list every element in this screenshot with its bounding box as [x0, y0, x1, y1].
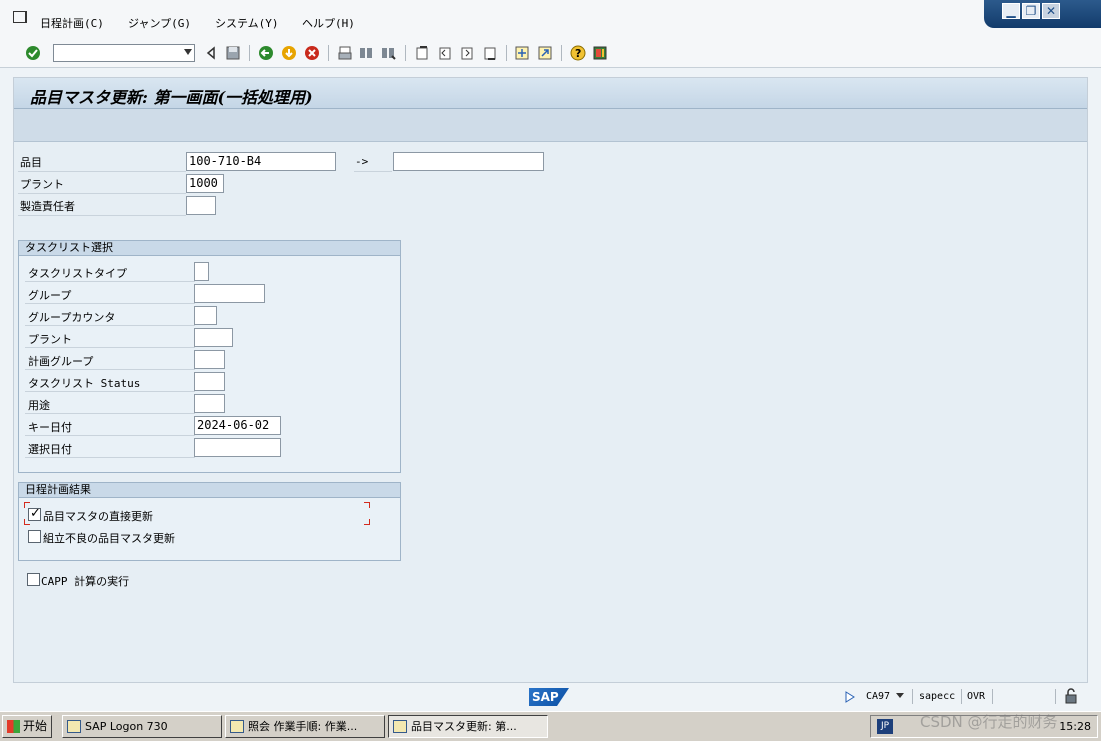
clock[interactable]: 15:28	[1059, 720, 1091, 733]
direct-update-checkbox[interactable]	[28, 506, 41, 521]
menu-scheduling[interactable]: 日程計画(C)	[40, 15, 104, 31]
menu-bar: 日程計画(C) ジャンプ(G) システム(Y) ヘルプ(H) ▁ ❐ ✕	[0, 0, 1101, 38]
menu-goto[interactable]: ジャンプ(G)	[128, 15, 191, 31]
last-page-icon[interactable]	[482, 45, 498, 61]
range-arrow: ->	[355, 155, 369, 168]
focus-bracket	[364, 519, 370, 525]
material-to-field[interactable]	[393, 152, 544, 171]
page-title: 品目マスタ更新: 第一画面(一括処理用)	[30, 88, 313, 107]
sap-logon-icon	[67, 720, 81, 733]
task-label: SAP Logon 730	[85, 720, 168, 733]
create-session-icon[interactable]	[514, 45, 530, 61]
task-list-selection-group: タスクリスト選択 タスクリストタイプ グループ グループカウンタ プラント 計画…	[18, 240, 401, 473]
main-screen: 品目マスタ更新: 第一画面(一括処理用) 品目 100-710-B4 -> プラ…	[13, 77, 1088, 683]
exit-icon[interactable]	[281, 45, 297, 61]
material-field[interactable]: 100-710-B4	[186, 152, 336, 171]
enter-icon[interactable]	[25, 45, 41, 61]
save-icon[interactable]	[225, 45, 241, 61]
windows-logo-icon	[7, 720, 20, 733]
mrp-controller-field[interactable]	[186, 196, 216, 215]
task-material-update[interactable]: 品目マスタ更新: 第...	[388, 715, 548, 738]
task-plant-field[interactable]	[194, 328, 233, 347]
close-button[interactable]: ✕	[1042, 3, 1060, 19]
language-indicator[interactable]: JP	[877, 719, 893, 734]
chevron-down-icon[interactable]	[896, 693, 904, 698]
minimize-button[interactable]: ▁	[1002, 3, 1020, 19]
task-display-routing[interactable]: 照会 作業手順: 作業...	[225, 715, 385, 738]
selection-date-field[interactable]	[194, 438, 281, 457]
lock-icon[interactable]	[1064, 688, 1078, 704]
watermark: CSDN @行走的财务	[920, 713, 1058, 731]
back-icon[interactable]	[258, 45, 274, 61]
start-button[interactable]: 开始	[2, 715, 52, 738]
collapse-left-icon[interactable]	[203, 45, 219, 61]
group-counter-field[interactable]	[194, 306, 217, 325]
group-label: グループ	[28, 289, 72, 302]
task-list-status-field[interactable]	[194, 372, 225, 391]
start-label: 开始	[23, 719, 48, 733]
restore-button[interactable]: ❐	[1022, 3, 1040, 19]
insert-mode: OVR	[967, 691, 986, 702]
first-page-icon[interactable]	[414, 45, 430, 61]
shortcut-icon[interactable]	[537, 45, 553, 61]
next-page-icon[interactable]	[459, 45, 475, 61]
group-counter-label: グループカウンタ	[28, 311, 116, 324]
material-label: 品目	[20, 156, 42, 169]
key-date-field[interactable]: 2024-06-02	[194, 416, 281, 435]
focus-bracket	[364, 502, 370, 508]
task-plant-label: プラント	[28, 333, 72, 346]
task-label: 品目マスタ更新: 第...	[411, 720, 517, 733]
assembly-scrap-label: 組立不良の品目マスタ更新	[43, 532, 175, 545]
cancel-icon[interactable]	[304, 45, 320, 61]
svg-text:?: ?	[575, 47, 581, 60]
system-menu-icon[interactable]	[13, 11, 27, 23]
status-bar: SAP CA97 sapecc OVR	[0, 684, 1101, 711]
capp-checkbox[interactable]	[27, 573, 40, 586]
find-next-icon[interactable]	[380, 45, 396, 61]
task-list-type-field[interactable]	[194, 262, 209, 281]
usage-field[interactable]	[194, 394, 225, 413]
scheduling-results-group: 日程計画結果 品目マスタの直接更新 組立不良の品目マスタ更新	[18, 482, 401, 561]
task-label: 照会 作業手順: 作業...	[248, 720, 358, 733]
sap-logo: SAP	[529, 688, 569, 706]
sap-window-icon	[230, 720, 244, 733]
server-name: sapecc	[919, 691, 956, 702]
command-field[interactable]	[53, 44, 195, 62]
task-list-type-label: タスクリストタイプ	[28, 267, 127, 280]
print-icon[interactable]	[337, 45, 353, 61]
title-bar: 品目マスタ更新: 第一画面(一括処理用)	[14, 78, 1087, 109]
assembly-scrap-checkbox[interactable]	[28, 530, 41, 543]
application-toolbar	[14, 109, 1087, 142]
standard-toolbar: ?	[0, 38, 1101, 68]
previous-page-icon[interactable]	[437, 45, 453, 61]
sap-window-icon	[393, 720, 407, 733]
help-icon[interactable]: ?	[570, 45, 586, 61]
group-field[interactable]	[194, 284, 265, 303]
task-list-selection-header: タスクリスト選択	[19, 241, 400, 256]
task-sap-logon[interactable]: SAP Logon 730	[62, 715, 222, 738]
system-id[interactable]: CA97	[866, 691, 890, 702]
play-icon[interactable]	[845, 691, 855, 703]
window-controls: ▁ ❐ ✕	[984, 0, 1101, 28]
layout-icon[interactable]	[592, 45, 608, 61]
mrp-controller-label: 製造責任者	[20, 200, 75, 213]
plant-label: プラント	[20, 178, 64, 191]
chevron-down-icon[interactable]	[184, 49, 192, 55]
menu-help[interactable]: ヘルプ(H)	[302, 15, 355, 31]
scheduling-results-header: 日程計画結果	[19, 483, 400, 498]
find-icon[interactable]	[358, 45, 374, 61]
capp-label: CAPP 計算の実行	[41, 575, 130, 588]
planner-group-label: 計画グループ	[28, 355, 94, 368]
key-date-label: キー日付	[28, 421, 72, 434]
direct-update-label: 品目マスタの直接更新	[43, 510, 153, 523]
selection-date-label: 選択日付	[28, 443, 72, 456]
plant-field[interactable]: 1000	[186, 174, 224, 193]
task-list-status-label: タスクリスト Status	[28, 377, 141, 390]
planner-group-field[interactable]	[194, 350, 225, 369]
usage-label: 用途	[28, 399, 50, 412]
menu-system[interactable]: システム(Y)	[215, 15, 279, 31]
